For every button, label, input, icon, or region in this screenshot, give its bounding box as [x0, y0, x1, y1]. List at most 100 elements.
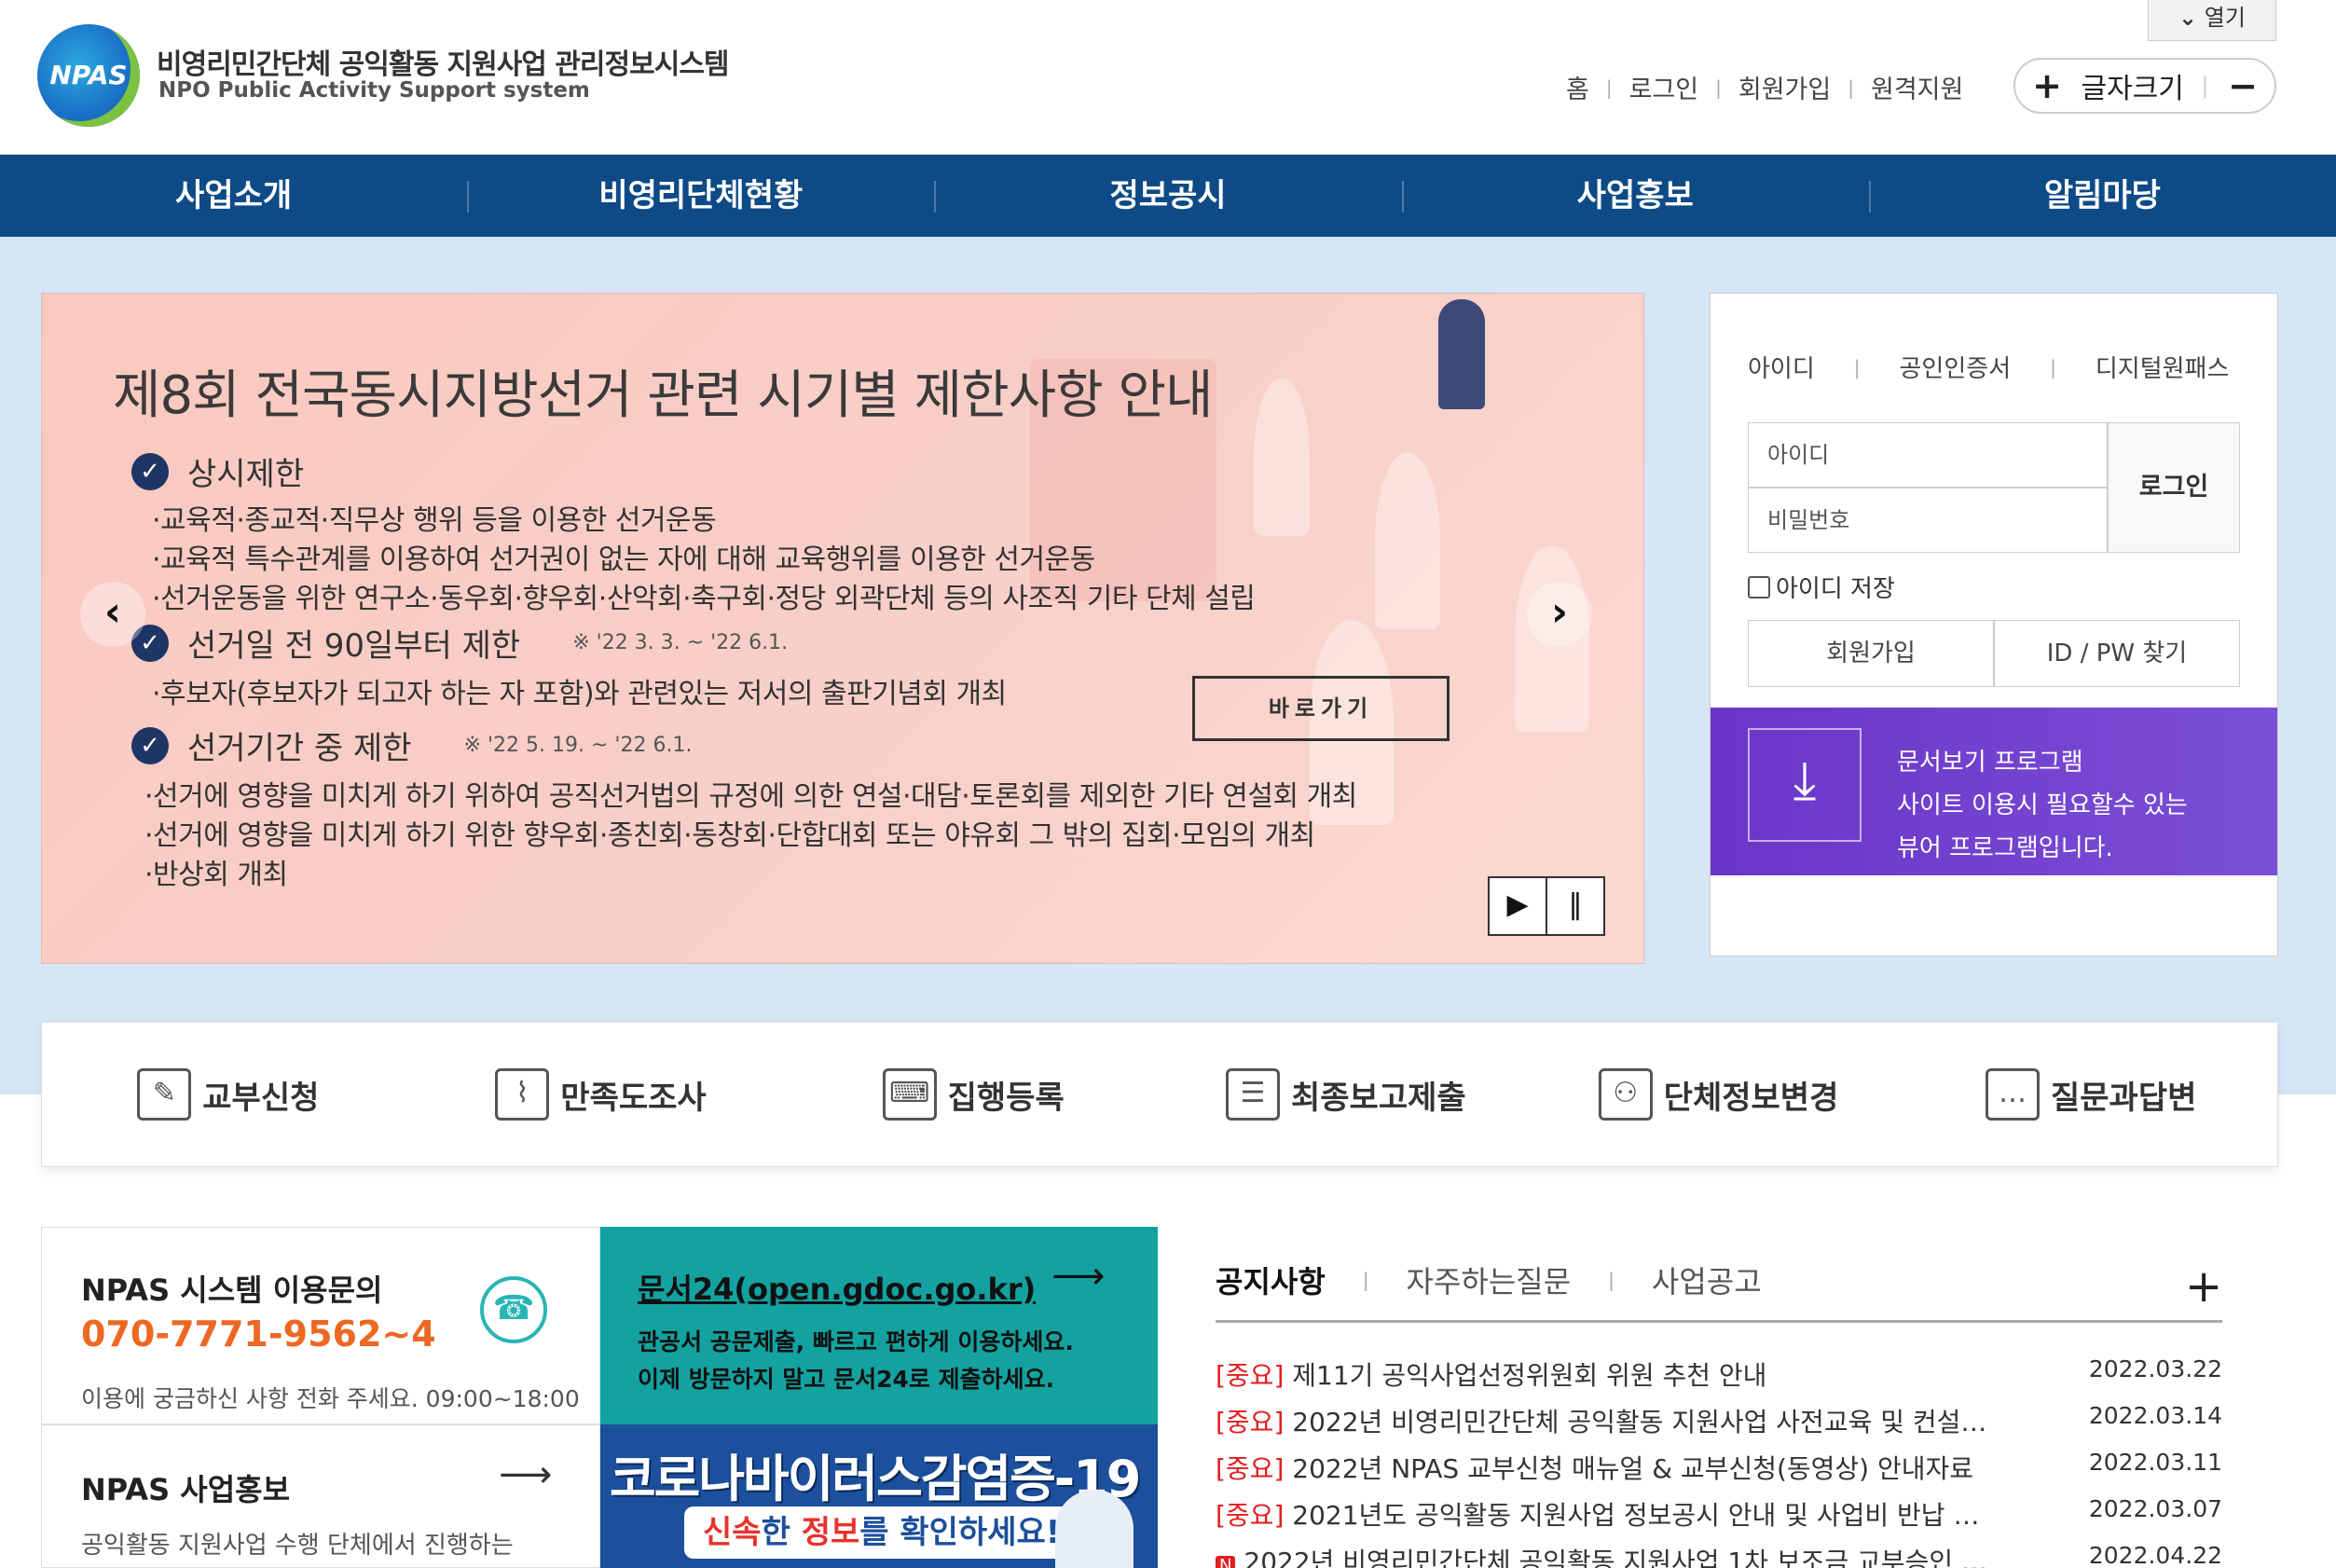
section-heading-text: 선거기간 중 제한: [187, 730, 412, 767]
notice-row[interactable]: [중요] 2022년 NPAS 교부신청 매뉴얼 & 교부신청(동영상) 안내자…: [1216, 1449, 2222, 1495]
gov-desc: 관공서 공문제출, 빠르고 편하게 이용하세요. 이제 방문하지 말고 문서24…: [638, 1324, 1074, 1398]
signup-link[interactable]: 회원가입: [1738, 69, 1831, 105]
notice-tag: [중요]: [1216, 1407, 1285, 1437]
bullet-text: ·선거운동을 위한 연구소·동우회·향우회·산악회·축구회·정당 외곽단체 등의…: [152, 583, 1256, 615]
bullet-text: ·교육적·종교적·직무상 행위 등을 이용한 선거운동: [152, 504, 717, 537]
notice-title[interactable]: 2022년 비영리민간단체 공익활동 지원사업 1차 보조금 교부승인 …: [1244, 1547, 1987, 1568]
quick-grant-request[interactable]: ✎ 교부신청: [42, 1023, 415, 1166]
tab-notices[interactable]: 공지사항: [1216, 1259, 1326, 1301]
nav-item-about[interactable]: 사업소개: [0, 155, 467, 237]
join-button[interactable]: 회원가입: [1748, 620, 1994, 687]
open-toggle-button[interactable]: ⌄ 열기: [2148, 0, 2276, 41]
covid-banner[interactable]: 코로나바이러스감염증-19 신속한 정보를 확인하세요!: [600, 1424, 1158, 1568]
check-circle-icon: ✓: [131, 452, 169, 490]
quick-execution-register[interactable]: ⌨ 집행등록: [787, 1023, 1160, 1166]
open-toggle-label: 열기: [2204, 5, 2246, 31]
notice-board: 공지사항 | 자주하는질문 | 사업공고 + [중요] 제11기 공익사업선정위원회…: [1216, 1227, 2278, 1568]
font-size-label: 글자크기: [2081, 73, 2184, 105]
nav-item-npo-status[interactable]: 비영리단체현황: [467, 155, 934, 237]
pause-icon[interactable]: ‖: [1546, 878, 1603, 934]
covid-subtitle: 신속한 정보를 확인하세요!: [684, 1506, 1079, 1559]
site-title[interactable]: 비영리민간단체 공익활동 지원사업 관리정보시스템: [157, 41, 730, 82]
tab-certificate-login[interactable]: 공인인증서: [1900, 350, 2012, 384]
login-link[interactable]: 로그인: [1629, 69, 1699, 105]
find-id-pw-button[interactable]: ID / PW 찾기: [1994, 620, 2240, 687]
tab-business-announcement[interactable]: 사업공고: [1652, 1259, 1762, 1301]
notice-title[interactable]: 제11기 공익사업선정위원회 위원 추천 안내: [1292, 1360, 1766, 1391]
section-heading-text: 선거일 전 90일부터 제한: [187, 627, 521, 665]
password-input[interactable]: 비밀번호: [1748, 488, 2108, 553]
notice-row[interactable]: N 2022년 비영리민간단체 공익활동 지원사업 1차 보조금 교부승인 … 2…: [1216, 1542, 2222, 1568]
font-decrease-button[interactable]: −: [2226, 65, 2260, 106]
divider: |: [1853, 355, 1861, 378]
viewer-download-banner[interactable]: ⤓ 문서보기 프로그램 사이트 이용시 필요할수 있는 뷰어 프로그램입니다.: [1711, 708, 2277, 875]
checkbox-icon[interactable]: [1748, 575, 1770, 598]
home-link[interactable]: 홈: [1566, 69, 1589, 105]
quick-qna[interactable]: … 질문과답변: [1904, 1023, 2277, 1166]
quick-label: 집행등록: [947, 1079, 1065, 1117]
banner-slide[interactable]: 제8회 전국동시지방선거 관련 시기별 제한사항 안내 ✓ 상시제한 ·교육적·종…: [41, 293, 1644, 964]
viewer-line: 문서보기 프로그램: [1897, 749, 2083, 777]
login-button[interactable]: 로그인: [2108, 422, 2240, 553]
login-tabs: 아이디 | 공인인증서 | 디지털원패스: [1748, 350, 2229, 384]
notice-row[interactable]: [중요] 제11기 공익사업선정위원회 위원 추천 안내 2022.03.22: [1216, 1355, 2222, 1402]
play-icon[interactable]: ▶: [1490, 878, 1546, 934]
quick-label: 질문과답변: [2050, 1079, 2197, 1117]
section-heading: ✓ 상시제한: [131, 448, 304, 494]
npas-logo-icon[interactable]: NPAS: [37, 24, 140, 127]
font-increase-button[interactable]: +: [2030, 65, 2064, 106]
slide-controls: ▶ ‖: [1488, 876, 1605, 936]
gov-title[interactable]: 문서24(open.gdoc.go.kr): [638, 1266, 1036, 1309]
nav-item-disclosure[interactable]: 정보공시: [934, 155, 1401, 237]
tab-id-login[interactable]: 아이디: [1748, 350, 1815, 384]
quick-menu: ✎ 교부신청 ⌇ 만족도조사 ⌨ 집행등록 ☰ 최종보고제출 ⚇ 단체정보변경 … 질문과답…: [41, 1022, 2278, 1167]
next-slide-icon[interactable]: ›: [1527, 582, 1592, 647]
notice-title[interactable]: 2022년 NPAS 교부신청 매뉴얼 & 교부신청(동영상) 안내자료: [1292, 1453, 1973, 1484]
contact-desc: 이용에 궁금하신 사항 전화 주세요. 09:00~18:00: [81, 1385, 580, 1412]
go-button[interactable]: 바로가기: [1192, 676, 1450, 741]
divider: |: [1362, 1269, 1369, 1291]
tab-digital-onepass[interactable]: 디지털원패스: [2096, 350, 2230, 384]
divider: [1216, 1320, 2222, 1323]
nav-item-notice[interactable]: 알림마당: [1868, 155, 2336, 237]
more-plus-icon[interactable]: +: [2185, 1260, 2222, 1313]
quick-satisfaction-survey[interactable]: ⌇ 만족도조사: [415, 1023, 788, 1166]
notice-tabs: 공지사항 | 자주하는질문 | 사업공고: [1216, 1259, 1762, 1301]
main-nav: 사업소개 비영리단체현황 정보공시 사업홍보 알림마당: [0, 155, 2336, 237]
document24-banner[interactable]: 문서24(open.gdoc.go.kr) ⟶ 관공서 공문제출, 빠르고 편하…: [600, 1227, 1158, 1424]
bullet-text: ·후보자(후보자가 되고자 하는 자 포함)와 관련있는 저서의 출판기념회 개…: [152, 678, 1007, 710]
remote-support-link[interactable]: 원격지원: [1871, 69, 1963, 105]
covid-title: 코로나바이러스감염증-19: [610, 1450, 1141, 1508]
site-header: NPAS 비영리민간단체 공익활동 지원사업 관리정보시스템 NPO Publi…: [0, 0, 2336, 155]
viewer-line: 사이트 이용시 필요할수 있는: [1897, 791, 2188, 819]
id-input[interactable]: 아이디: [1748, 422, 2108, 488]
arrow-right-icon[interactable]: ⟶: [499, 1453, 552, 1496]
section-heading: ✓ 선거기간 중 제한 ※ '22 5. 19. ~ '22 6.1.: [131, 722, 692, 768]
save-id-checkbox[interactable]: 아이디 저장: [1748, 570, 1895, 604]
nav-item-promotion[interactable]: 사업홍보: [1401, 155, 1869, 237]
prev-slide-icon[interactable]: ‹: [80, 582, 145, 647]
divider: |: [2201, 73, 2209, 99]
period-note: ※ '22 3. 3. ~ '22 6.1.: [572, 631, 789, 654]
notice-row[interactable]: [중요] 2022년 비영리민간단체 공익활동 지원사업 사전교육 및 컨설… 2…: [1216, 1402, 2222, 1449]
quick-org-info-change[interactable]: ⚇ 단체정보변경: [1532, 1023, 1905, 1166]
tab-faq[interactable]: 자주하는질문: [1407, 1259, 1572, 1301]
site-subtitle: NPO Public Activity Support system: [158, 78, 590, 103]
notice-title[interactable]: 2022년 비영리민간단체 공익활동 지원사업 사전교육 및 컨설…: [1292, 1407, 1986, 1437]
quick-final-report[interactable]: ☰ 최종보고제출: [1160, 1023, 1532, 1166]
notice-row[interactable]: [중요] 2021년도 공익활동 지원사업 정보공시 안내 및 사업비 반납 ……: [1216, 1495, 2222, 1542]
arrow-right-icon[interactable]: ⟶: [1051, 1255, 1105, 1298]
section-heading: ✓ 선거일 전 90일부터 제한 ※ '22 3. 3. ~ '22 6.1.: [131, 620, 788, 666]
notice-tag: [중요]: [1216, 1360, 1285, 1391]
divider: |: [1715, 76, 1722, 99]
divider: |: [2050, 355, 2056, 378]
notice-tag: [중요]: [1216, 1453, 1285, 1484]
chevron-down-icon: ⌄: [2178, 5, 2198, 31]
promo-desc: 공익활동 지원사업 수행 단체에서 진행하는: [81, 1532, 514, 1560]
promo-box[interactable]: NPAS 사업홍보 ⟶ 공익활동 지원사업 수행 단체에서 진행하는: [41, 1424, 600, 1568]
person-figure-icon: [1375, 452, 1440, 629]
quick-label: 최종보고제출: [1291, 1079, 1466, 1117]
phone-icon: ☎: [480, 1276, 547, 1343]
notice-title[interactable]: 2021년도 공익활동 지원사업 정보공시 안내 및 사업비 반납 …: [1292, 1500, 1979, 1531]
bullet-text: ·교육적 특수관계를 이용하여 선거권이 없는 자에 대해 교육행위를 이용한 …: [152, 543, 1095, 576]
